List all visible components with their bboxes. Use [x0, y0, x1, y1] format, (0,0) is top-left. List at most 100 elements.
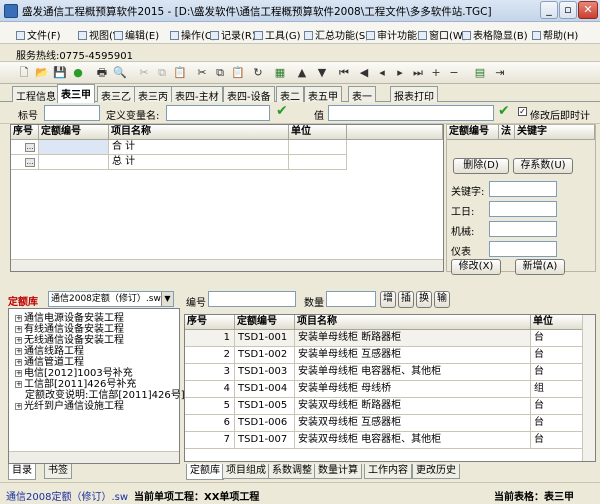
tab-table3b[interactable]: 表三乙: [97, 86, 135, 103]
menu-table-toggle[interactable]: 表格隐显(B): [462, 27, 528, 42]
cell-code[interactable]: TSD1-006: [235, 415, 295, 432]
delete-button[interactable]: 删除(D): [453, 158, 509, 174]
horizontal-scrollbar[interactable]: [11, 259, 443, 271]
instrument-input[interactable]: [489, 241, 557, 257]
tab-change-history[interactable]: 更改历史: [412, 464, 460, 479]
tab-project-composition[interactable]: 项目组成: [222, 464, 270, 479]
tab-table5a[interactable]: 表五甲: [304, 86, 342, 103]
cell-code[interactable]: TSD1-003: [235, 364, 295, 381]
copy-disabled-icon[interactable]: ⧉: [154, 65, 170, 81]
tree-item[interactable]: + 通信线路工程: [15, 346, 84, 357]
menu-edit[interactable]: 编辑(E): [114, 27, 159, 42]
cell-code[interactable]: TSD1-007: [235, 432, 295, 449]
cell-unit[interactable]: 台: [531, 432, 583, 449]
close-button[interactable]: ✕: [578, 1, 598, 19]
cell-code[interactable]: TSD1-001: [235, 330, 295, 347]
cell-code[interactable]: TSD1-002: [235, 347, 295, 364]
expand-icon[interactable]: +: [15, 348, 22, 355]
expand-icon[interactable]: +: [15, 403, 22, 410]
cell-unit[interactable]: [289, 155, 347, 170]
paste-icon[interactable]: 📋: [230, 65, 246, 81]
menu-help[interactable]: 帮助(H): [532, 27, 578, 42]
first-record-icon[interactable]: ⏮: [336, 65, 352, 81]
tab-quantity-calc[interactable]: 数量计算: [314, 464, 362, 479]
tab-table3a[interactable]: 表三甲: [57, 84, 95, 103]
tab-work-content[interactable]: 工作内容: [364, 464, 412, 479]
tab-coefficient-adjust[interactable]: 系数调整: [268, 464, 316, 479]
tab-table3c[interactable]: 表三丙: [134, 86, 172, 103]
prev-page-icon[interactable]: ◀: [356, 65, 372, 81]
cell-name[interactable]: 合 计: [109, 140, 289, 155]
redo-icon[interactable]: ↻: [250, 65, 266, 81]
keyword-input[interactable]: [489, 181, 557, 197]
cell-name[interactable]: 安装双母线柜 断路器柜: [295, 398, 531, 415]
machine-input[interactable]: [489, 221, 557, 237]
col-header-no[interactable]: 序号: [11, 125, 39, 140]
print-preview-icon[interactable]: 🔍: [112, 65, 128, 81]
tree-item[interactable]: + 电信[2012]1003号补充: [15, 368, 133, 379]
expand-icon[interactable]: +: [15, 315, 22, 322]
confirm-check-icon[interactable]: ✔: [276, 103, 288, 119]
col-header-code[interactable]: 定额编号: [235, 315, 295, 330]
cell-unit[interactable]: 组: [531, 381, 583, 398]
minimize-button[interactable]: _: [540, 1, 558, 19]
cell-code[interactable]: [39, 155, 109, 170]
chevron-down-icon[interactable]: ▼: [161, 292, 173, 306]
cell-no[interactable]: 5: [185, 398, 235, 415]
cell-name[interactable]: 安装单母线柜 母线桥: [295, 381, 531, 398]
tree-item[interactable]: 定额改变说明:工信部[2011]426号]: [25, 390, 185, 401]
code-search-input[interactable]: [208, 291, 296, 307]
delete-record-icon[interactable]: −: [446, 65, 462, 81]
cell-name[interactable]: 安装单母线柜 断路器柜: [295, 330, 531, 347]
menu-record[interactable]: 记录(R): [210, 27, 256, 42]
expand-icon[interactable]: +: [15, 359, 22, 366]
copy-icon[interactable]: ⧉: [212, 65, 228, 81]
cell-code[interactable]: TSD1-005: [235, 398, 295, 415]
tree-item[interactable]: + 光纤到户通信设施工程: [15, 401, 124, 412]
horizontal-scrollbar[interactable]: [9, 451, 179, 463]
apply-check-icon[interactable]: ✔: [498, 103, 510, 119]
library-select[interactable]: 通信2008定额（修订）.sw ▼: [48, 291, 174, 307]
vertical-scrollbar[interactable]: [582, 315, 595, 461]
col-header-unit[interactable]: 单位: [531, 315, 583, 330]
add-button[interactable]: 新增(A): [515, 259, 565, 275]
menu-window[interactable]: 窗口(W): [418, 27, 467, 42]
open-icon[interactable]: 📂: [34, 65, 50, 81]
paste-disabled-icon[interactable]: 📋: [172, 65, 188, 81]
col-header-quota-code[interactable]: 定额编号: [447, 125, 499, 140]
row-expand-button[interactable]: …: [25, 158, 35, 167]
calc-icon[interactable]: ▦: [272, 65, 288, 81]
cell-no[interactable]: 3: [185, 364, 235, 381]
cell-name[interactable]: 安装单母线柜 互感器柜: [295, 347, 531, 364]
new-icon[interactable]: 🗋: [16, 65, 32, 81]
refresh-circle-icon[interactable]: ●: [70, 65, 86, 81]
tree-item[interactable]: + 通信电源设备安装工程: [15, 313, 124, 324]
cell-unit[interactable]: 台: [531, 330, 583, 347]
cut-icon[interactable]: ✂: [194, 65, 210, 81]
tab-catalog[interactable]: 目录: [8, 464, 36, 480]
workday-input[interactable]: [489, 201, 557, 217]
exit-icon[interactable]: ⇥: [492, 65, 508, 81]
print-icon[interactable]: 🖶: [94, 65, 110, 81]
table-row[interactable]: …: [11, 155, 39, 170]
col-header-no[interactable]: 序号: [185, 315, 235, 330]
cell-no[interactable]: 4: [185, 381, 235, 398]
tab-table4-equipment[interactable]: 表四-设备: [223, 86, 275, 103]
tab-bookmark[interactable]: 书签: [44, 464, 72, 479]
col-header-keyword[interactable]: 关键字: [515, 125, 595, 140]
cell-code[interactable]: [39, 140, 109, 155]
cell-unit[interactable]: 台: [531, 398, 583, 415]
prev-record-icon[interactable]: ◂: [374, 65, 390, 81]
col-header-name[interactable]: 项目名称: [295, 315, 531, 330]
col-header-method[interactable]: 法: [499, 125, 515, 140]
cell-unit[interactable]: 台: [531, 415, 583, 432]
modify-button[interactable]: 修改(X): [451, 259, 501, 275]
tree-item[interactable]: + 有线通信设备安装工程: [15, 324, 124, 335]
table-config-icon[interactable]: ▤: [472, 65, 488, 81]
menu-file[interactable]: 文件(F): [16, 27, 61, 42]
menu-summary[interactable]: 汇总功能(S): [304, 27, 369, 42]
replace-quota-button[interactable]: 换: [416, 291, 432, 308]
menu-audit[interactable]: 审计功能: [366, 27, 417, 42]
cell-name[interactable]: 安装双母线柜 电容器柜、其他柜: [295, 432, 531, 449]
save-coefficient-button[interactable]: 存系数(U): [513, 158, 573, 174]
